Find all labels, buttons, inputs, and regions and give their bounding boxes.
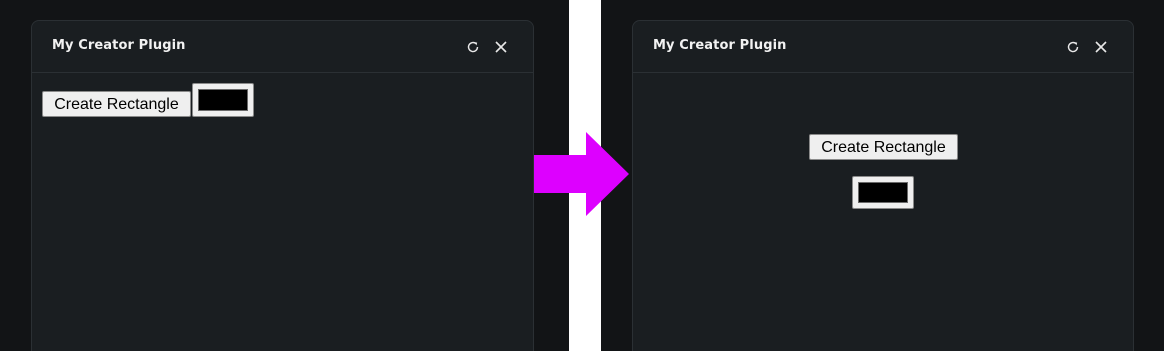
refresh-icon[interactable] [1065, 39, 1081, 55]
color-swatch [858, 182, 908, 203]
close-icon[interactable] [493, 39, 509, 55]
after-titlebar: My Creator Plugin [633, 21, 1133, 73]
refresh-icon[interactable] [465, 39, 481, 55]
create-rectangle-button[interactable]: Create Rectangle [42, 91, 191, 117]
color-picker[interactable] [852, 176, 914, 209]
comparison-stage: My Creator Plugin Create Rectangle My Cr… [0, 0, 1164, 351]
transition-arrow-icon [534, 132, 629, 216]
create-rectangle-button[interactable]: Create Rectangle [809, 134, 958, 160]
color-swatch [198, 89, 248, 111]
after-plugin-window: My Creator Plugin Create Rectangle [632, 20, 1134, 351]
after-window-title: My Creator Plugin [653, 38, 787, 53]
close-icon[interactable] [1093, 39, 1109, 55]
before-titlebar: My Creator Plugin [32, 21, 533, 73]
before-plugin-window: My Creator Plugin Create Rectangle [31, 20, 534, 351]
color-picker[interactable] [192, 83, 254, 117]
before-window-title: My Creator Plugin [52, 38, 186, 53]
